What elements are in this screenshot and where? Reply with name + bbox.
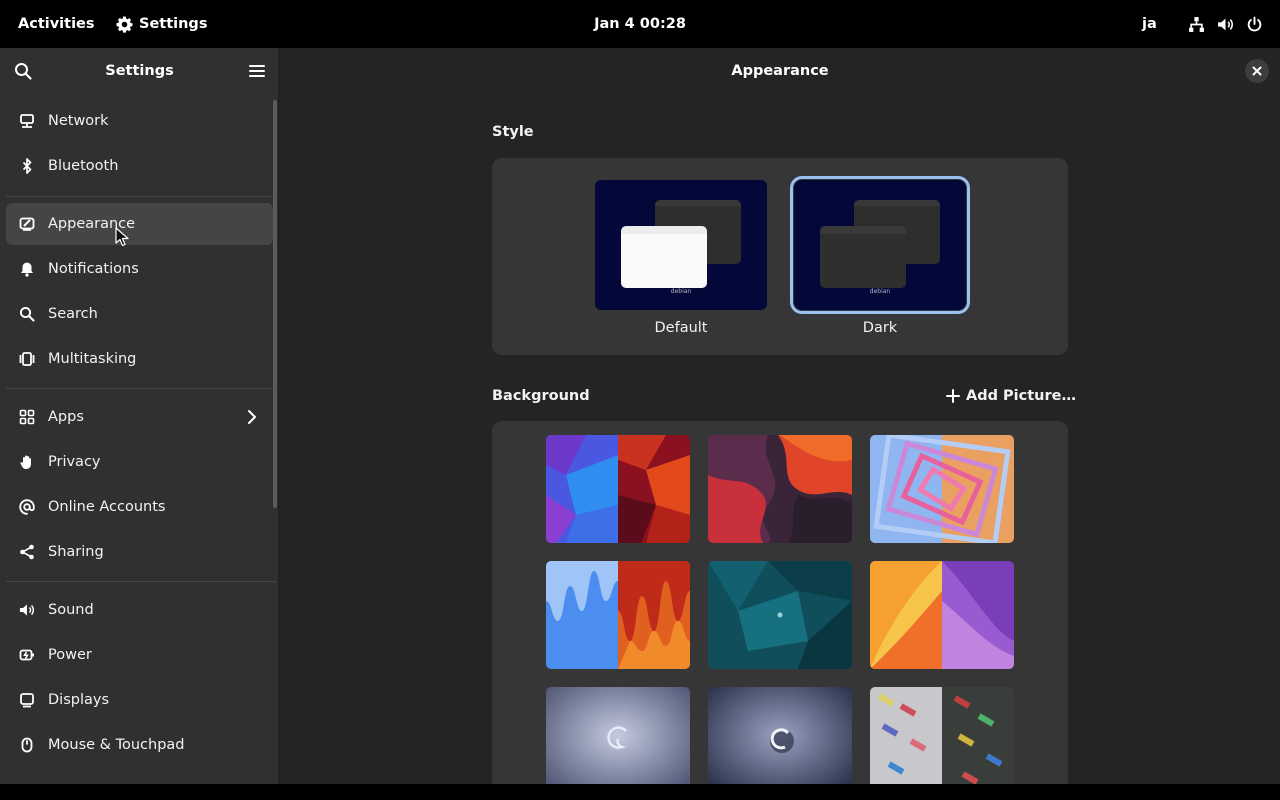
sidebar-item-online-accounts[interactable]: Online Accounts: [6, 486, 273, 528]
sidebar-item-label: Power: [48, 647, 92, 663]
wallpaper-thumbnail[interactable]: [870, 687, 1014, 784]
sidebar-title: Settings: [105, 63, 174, 79]
style-options-card: debian Default debian Dark: [492, 158, 1068, 355]
thumbnail-front-window: [820, 226, 906, 288]
clock-button[interactable]: Jan 4 00:28: [594, 16, 686, 32]
appearance-icon: [18, 215, 36, 233]
gear-icon: [116, 16, 133, 33]
bluetooth-icon: [18, 157, 36, 175]
sidebar-item-label: Sharing: [48, 544, 104, 560]
sidebar-item-label: Privacy: [48, 454, 101, 470]
wired-network-icon: [1189, 16, 1204, 32]
sidebar-item-multitasking[interactable]: Multitasking: [6, 338, 273, 380]
thumbnail-brand: debian: [869, 288, 891, 295]
style-option-label: Default: [654, 320, 708, 336]
background-section-label: Background: [492, 388, 590, 404]
sidebar-item-label: Apps: [48, 409, 84, 425]
wallpaper-thumbnail[interactable]: [546, 435, 690, 543]
network-icon: [18, 112, 36, 130]
mouse-cursor-icon: [115, 227, 129, 247]
sidebar-header: Settings: [0, 48, 279, 94]
style-section-label: Style: [492, 124, 534, 140]
share-icon: [18, 543, 36, 561]
sidebar-item-sound[interactable]: Sound: [6, 589, 273, 631]
power-icon: [1247, 16, 1262, 31]
sidebar-item-privacy[interactable]: Privacy: [6, 441, 273, 483]
system-tray[interactable]: [1188, 0, 1263, 48]
sidebar-item-notifications[interactable]: Notifications: [6, 248, 273, 290]
app-menu-button[interactable]: Settings: [116, 0, 207, 48]
close-icon: [1252, 66, 1262, 76]
multitasking-icon: [18, 350, 36, 368]
app-name: Settings: [139, 16, 208, 32]
sidebar-item-label: Displays: [48, 692, 110, 708]
style-thumbnail-dark: debian: [790, 176, 970, 314]
style-option-label: Dark: [862, 320, 898, 336]
search-icon[interactable]: [13, 61, 33, 81]
sidebar-item-apps[interactable]: Apps: [6, 396, 273, 438]
sidebar-item-power[interactable]: Power: [6, 634, 273, 676]
apps-grid-icon: [18, 408, 36, 426]
sidebar-item-appearance[interactable]: Appearance: [6, 203, 273, 245]
sidebar-item-displays[interactable]: Displays: [6, 679, 273, 721]
power-plug-icon: [18, 646, 36, 664]
sidebar-item-label: Network: [48, 113, 109, 129]
at-sign-icon: [18, 498, 36, 516]
settings-window: Settings Network Bluetooth Appearance No…: [0, 48, 1280, 784]
wallpaper-thumbnail[interactable]: [870, 435, 1014, 543]
sidebar-item-mouse-touchpad[interactable]: Mouse & Touchpad: [6, 724, 273, 766]
wallpaper-thumbnail[interactable]: [546, 687, 690, 784]
mouse-icon: [18, 736, 36, 754]
sidebar-item-label: Sound: [48, 602, 94, 618]
sidebar-item-sharing[interactable]: Sharing: [6, 531, 273, 573]
sidebar-item-label: Multitasking: [48, 351, 137, 367]
sidebar-scrollbar[interactable]: [273, 100, 277, 508]
top-bar: Activities Settings Jan 4 00:28 ja: [0, 0, 1280, 48]
plus-icon: [946, 389, 960, 403]
bell-icon: [18, 260, 36, 278]
add-picture-button[interactable]: Add Picture…: [938, 378, 1084, 414]
style-thumbnail-default: debian: [595, 180, 767, 310]
thumbnail-brand: debian: [670, 288, 692, 295]
wallpaper-thumbnail[interactable]: [708, 561, 852, 669]
sidebar-item-bluetooth[interactable]: Bluetooth: [6, 145, 273, 187]
wallpaper-thumbnail[interactable]: [708, 687, 852, 784]
background-grid-card: [492, 421, 1068, 784]
input-method-button[interactable]: ja: [1142, 0, 1157, 48]
close-button[interactable]: [1245, 59, 1269, 83]
sidebar-item-label: Online Accounts: [48, 499, 166, 515]
sidebar-item-search[interactable]: Search: [6, 293, 273, 335]
sidebar-separator: [6, 196, 276, 197]
activities-button[interactable]: Activities: [18, 0, 95, 48]
sidebar-item-label: Mouse & Touchpad: [48, 737, 185, 753]
chevron-right-icon: [248, 410, 256, 424]
display-icon: [18, 691, 36, 709]
sidebar-separator: [6, 581, 276, 582]
search-icon: [18, 305, 36, 323]
bottom-edge: [0, 784, 1280, 800]
sidebar-item-network[interactable]: Network: [6, 100, 273, 142]
sidebar-item-label: Search: [48, 306, 98, 322]
add-picture-label: Add Picture…: [966, 388, 1076, 404]
speaker-icon: [18, 601, 36, 619]
sidebar-item-label: Notifications: [48, 261, 139, 277]
hamburger-menu-icon[interactable]: [247, 61, 267, 81]
page-title: Appearance: [731, 63, 829, 79]
sidebar: Settings Network Bluetooth Appearance No…: [0, 48, 279, 784]
sidebar-separator: [6, 388, 276, 389]
hand-icon: [18, 453, 36, 471]
wallpaper-thumbnail[interactable]: [870, 561, 1014, 669]
volume-icon: [1218, 18, 1233, 30]
thumbnail-front-window: [621, 226, 707, 288]
sidebar-item-label: Bluetooth: [48, 158, 119, 174]
wallpaper-thumbnail[interactable]: [546, 561, 690, 669]
wallpaper-thumbnail[interactable]: [708, 435, 852, 543]
